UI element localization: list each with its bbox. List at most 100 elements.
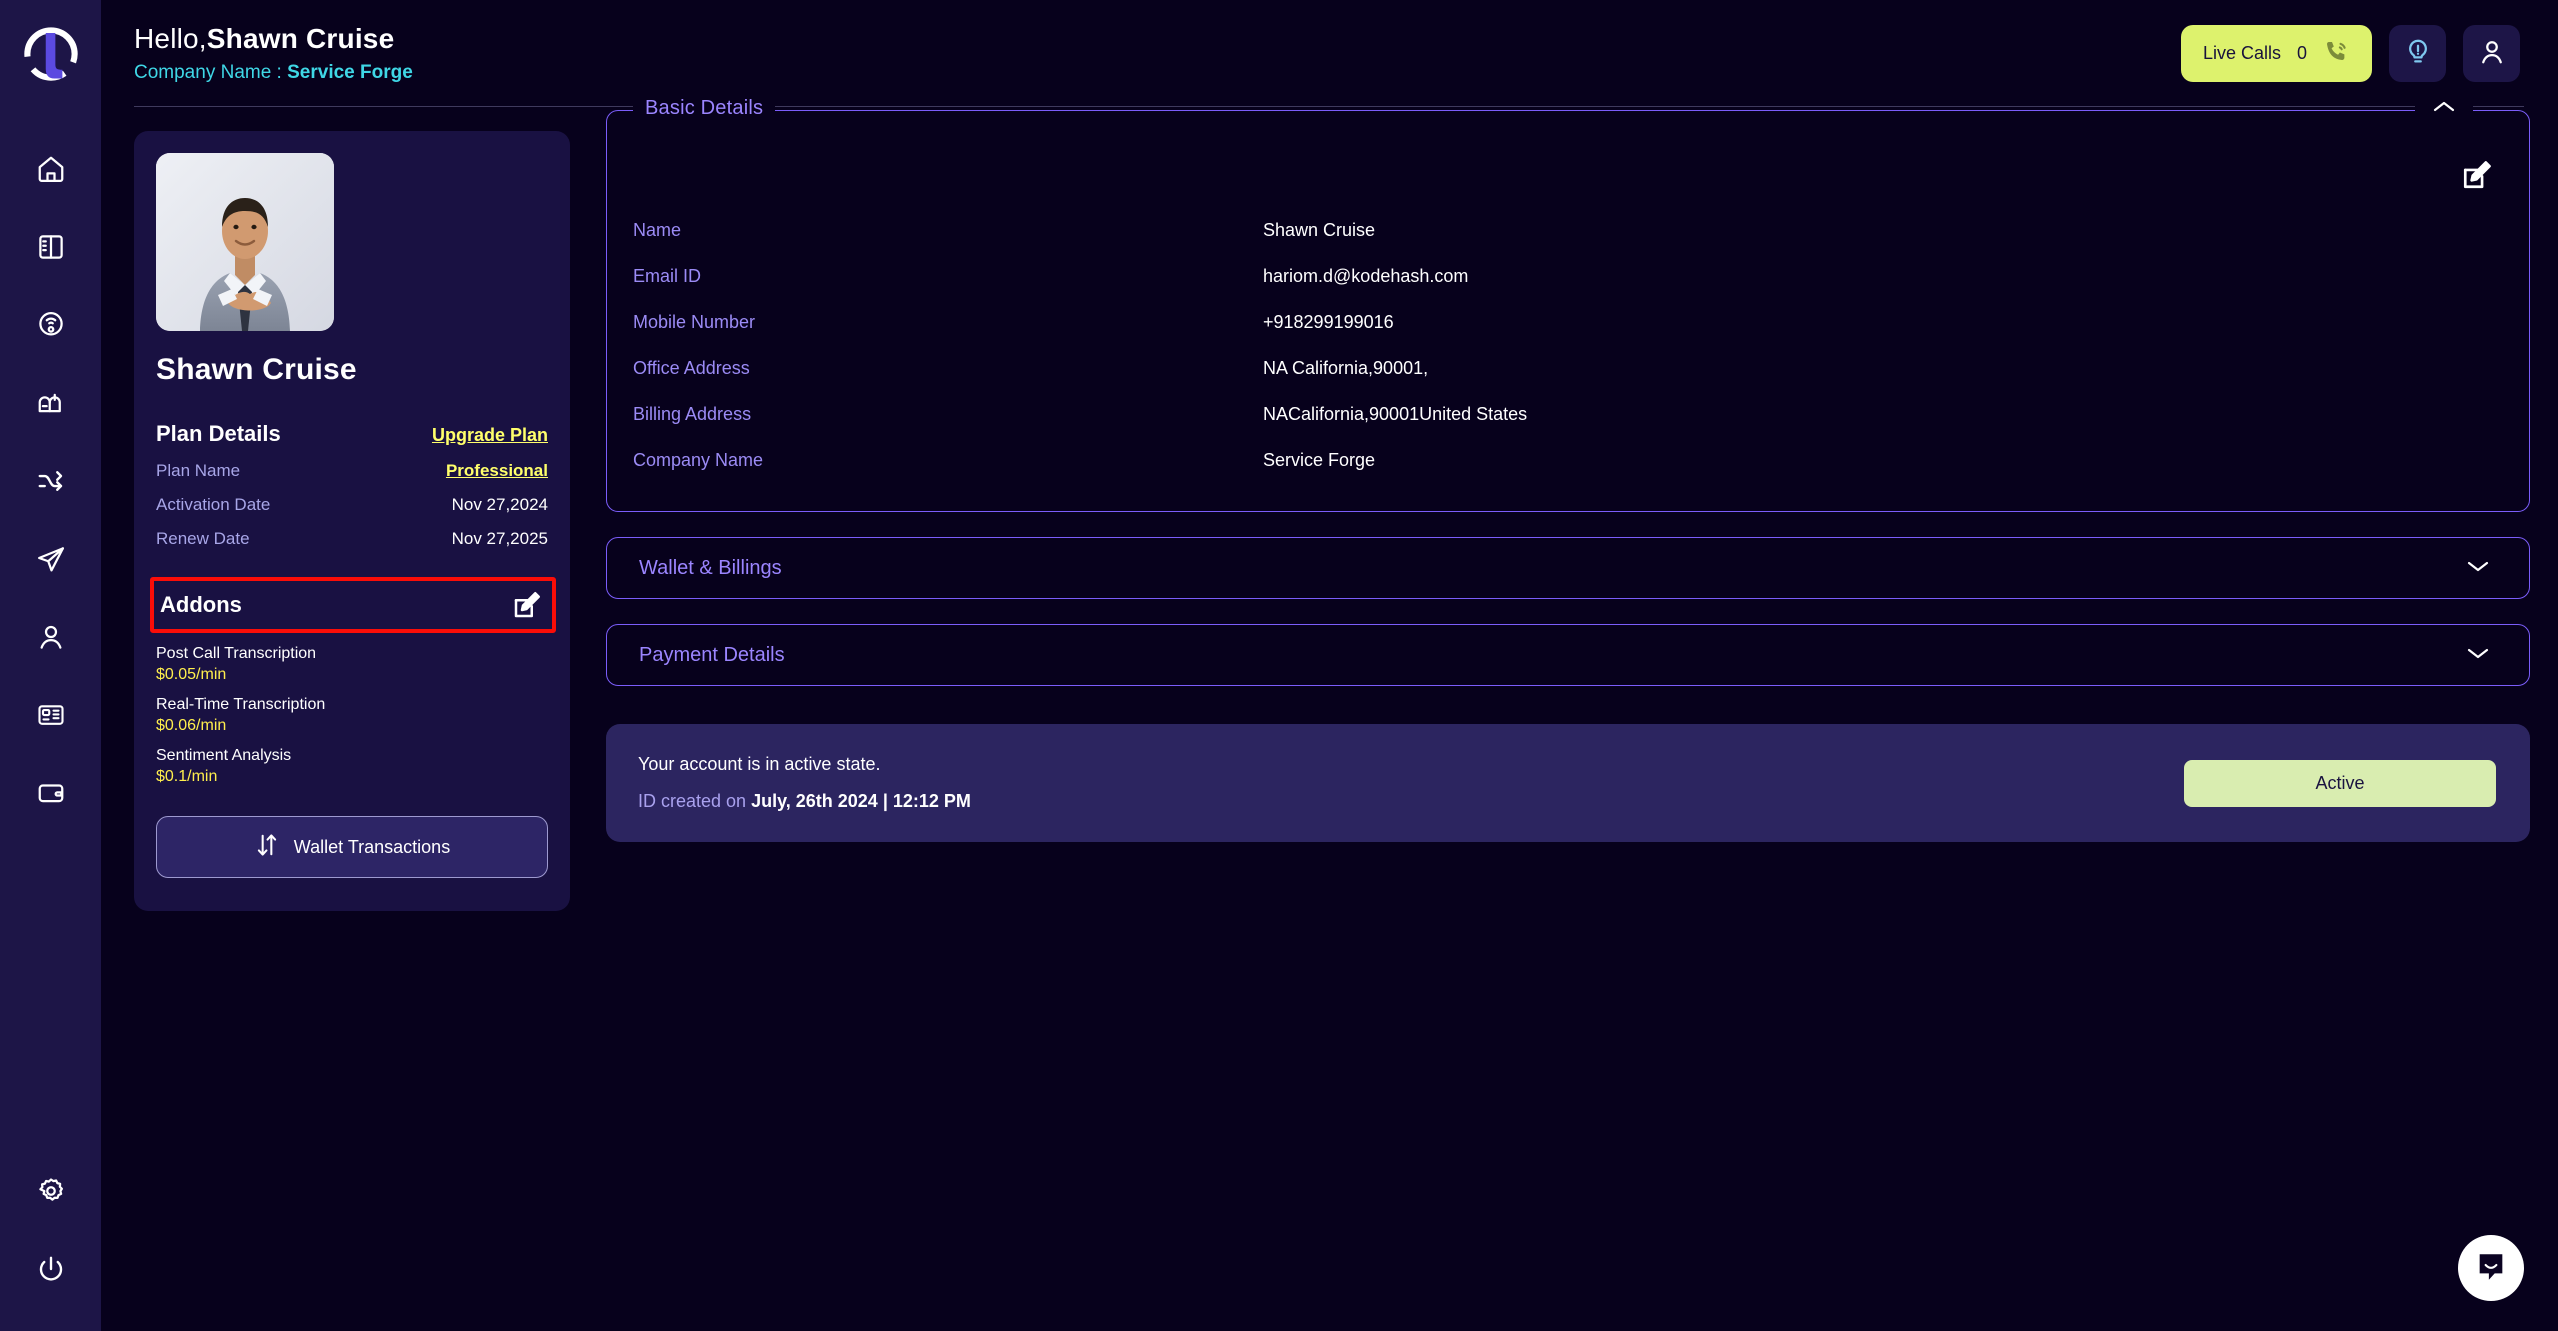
profile-name: Shawn Cruise — [156, 353, 357, 386]
basic-details-edit-button[interactable] — [2461, 159, 2493, 191]
detail-label: Billing Address — [633, 403, 752, 424]
chevron-down-icon — [2465, 645, 2491, 666]
page-header: Hello,Shawn Cruise Company Name : Servic… — [101, 0, 2558, 107]
detail-value: NA California,90001, — [1263, 357, 1429, 378]
addons-title: Addons — [160, 592, 242, 617]
basic-details-collapse-toggle[interactable] — [2415, 95, 2473, 123]
detail-value: Service Forge — [1263, 449, 1376, 470]
plan-details-title: Plan Details — [156, 421, 281, 446]
live-calls-label: Live Calls — [2202, 43, 2281, 63]
account-created-line: ID created on July, 26th 2024 | 12:12 PM — [638, 791, 971, 812]
sidebar-item-contacts[interactable] — [23, 613, 79, 661]
plan-row-label: Renew Date — [156, 529, 250, 548]
company-name: Service Forge — [287, 62, 413, 83]
wallet-billings-panel[interactable]: Wallet & Billings — [606, 537, 2530, 599]
plan-row: Renew Date Nov 27,2025 — [156, 529, 548, 549]
detail-value: NACalifornia,90001United States — [1263, 403, 1528, 424]
chat-widget-button[interactable] — [2458, 1235, 2524, 1301]
addon-name: Real-Time Transcription — [156, 696, 326, 713]
payment-details-title: Payment Details — [639, 643, 785, 666]
wallet-transactions-label: Wallet Transactions — [293, 836, 451, 857]
sidebar-item-broadcast[interactable] — [23, 301, 79, 349]
detail-value: hariom.d@kodehash.com — [1263, 265, 1469, 286]
basic-details-panel: Basic Details Name Shawn Cruise Email ID… — [606, 95, 2530, 512]
sidebar-item-mailbox[interactable] — [23, 379, 79, 427]
detail-label: Email ID — [633, 265, 702, 286]
profile-card: Shawn Cruise Plan Details Upgrade Plan P… — [134, 131, 570, 911]
addon-item: Real-Time Transcription $0.06/min — [156, 696, 548, 735]
sidebar-item-dashboard[interactable] — [23, 223, 79, 271]
sidebar-nav-bottom — [0, 1167, 101, 1293]
sidebar-item-settings[interactable] — [23, 1167, 79, 1215]
detail-row: Billing Address NACalifornia,90001United… — [607, 391, 2529, 437]
addon-price: $0.05/min — [156, 666, 227, 683]
sidebar-item-wallet[interactable] — [23, 769, 79, 817]
header-divider — [134, 106, 2524, 107]
account-button[interactable] — [2463, 25, 2520, 82]
live-calls-button[interactable]: Live Calls 0 — [2180, 25, 2372, 82]
edit-square-icon[interactable] — [512, 590, 542, 620]
detail-row: Email ID hariom.d@kodehash.com — [607, 253, 2529, 299]
wallet-transactions-button[interactable]: Wallet Transactions — [156, 816, 548, 878]
plan-row-value[interactable]: Professional — [446, 461, 548, 481]
addon-item: Sentiment Analysis $0.1/min — [156, 747, 548, 786]
greeting-user-name: Shawn Cruise — [206, 23, 395, 54]
help-button[interactable] — [2389, 25, 2446, 82]
account-status-card: Your account is in active state. ID crea… — [606, 724, 2530, 842]
detail-label: Mobile Number — [633, 311, 756, 332]
detail-value: Shawn Cruise — [1263, 219, 1376, 240]
sidebar-nav-top — [23, 145, 79, 817]
detail-row: Company Name Service Forge — [607, 437, 2529, 483]
live-calls-count: 0 — [2296, 43, 2307, 63]
sidebar-item-campaigns[interactable] — [23, 535, 79, 583]
account-created-label: ID created on — [638, 791, 747, 811]
addon-item: Post Call Transcription $0.05/min — [156, 645, 548, 684]
plan-row: Activation Date Nov 27,2024 — [156, 495, 548, 515]
brand-logo[interactable] — [0, 0, 101, 107]
sidebar-item-routing[interactable] — [23, 457, 79, 505]
status-badge[interactable]: Active — [2184, 759, 2496, 807]
wallet-billings-title: Wallet & Billings — [639, 556, 782, 579]
account-status-texts: Your account is in active state. ID crea… — [638, 754, 971, 812]
header-greeting-block: Hello,Shawn Cruise Company Name : Servic… — [134, 23, 413, 84]
plan-row-label: Plan Name — [156, 461, 241, 480]
chat-bubble-icon — [2474, 1250, 2508, 1287]
chevron-down-icon — [2465, 558, 2491, 579]
addon-name: Sentiment Analysis — [156, 747, 292, 764]
detail-row: Name Shawn Cruise — [607, 207, 2529, 253]
addon-price: $0.1/min — [156, 768, 218, 785]
greeting-prefix: Hello, — [134, 23, 207, 54]
page-title: Hello,Shawn Cruise — [134, 23, 413, 55]
chevron-up-icon — [2431, 99, 2457, 120]
detail-label: Name — [633, 219, 682, 240]
detail-row: Office Address NA California,90001, — [607, 345, 2529, 391]
account-status-message: Your account is in active state. — [638, 754, 881, 774]
basic-details-list: Name Shawn Cruise Email ID hariom.d@kode… — [607, 111, 2529, 483]
plan-row-value: Nov 27,2024 — [451, 495, 548, 514]
main-content: Basic Details Name Shawn Cruise Email ID… — [606, 95, 2530, 842]
detail-label: Office Address — [633, 357, 750, 378]
upgrade-plan-link[interactable]: Upgrade Plan — [432, 425, 548, 446]
phone-call-icon — [2323, 38, 2350, 70]
account-created-value: July, 26th 2024 | 12:12 PM — [751, 791, 971, 811]
sidebar-item-phone-system[interactable] — [23, 691, 79, 739]
avatar — [156, 153, 334, 331]
addons-header-highlight: Addons — [150, 577, 556, 633]
plan-details-header: Plan Details Upgrade Plan — [156, 421, 548, 447]
payment-details-panel[interactable]: Payment Details — [606, 624, 2530, 686]
detail-label: Company Name — [633, 449, 764, 470]
sidebar-item-logout[interactable] — [23, 1245, 79, 1293]
info-bulb-icon — [2403, 37, 2433, 70]
header-actions: Live Calls 0 — [2180, 25, 2520, 82]
plan-row-value: Nov 27,2025 — [451, 529, 548, 548]
basic-details-legend: Basic Details — [633, 97, 776, 120]
addon-price: $0.06/min — [156, 717, 227, 734]
detail-value: +918299199016 — [1263, 311, 1394, 332]
plan-row-label: Activation Date — [156, 495, 271, 514]
sidebar-item-home[interactable] — [23, 145, 79, 193]
user-icon — [2477, 37, 2507, 70]
company-line: Company Name : Service Forge — [134, 62, 413, 84]
plan-row: Plan Name Professional — [156, 461, 548, 481]
left-sidebar — [0, 0, 101, 1331]
addon-name: Post Call Transcription — [156, 645, 317, 662]
